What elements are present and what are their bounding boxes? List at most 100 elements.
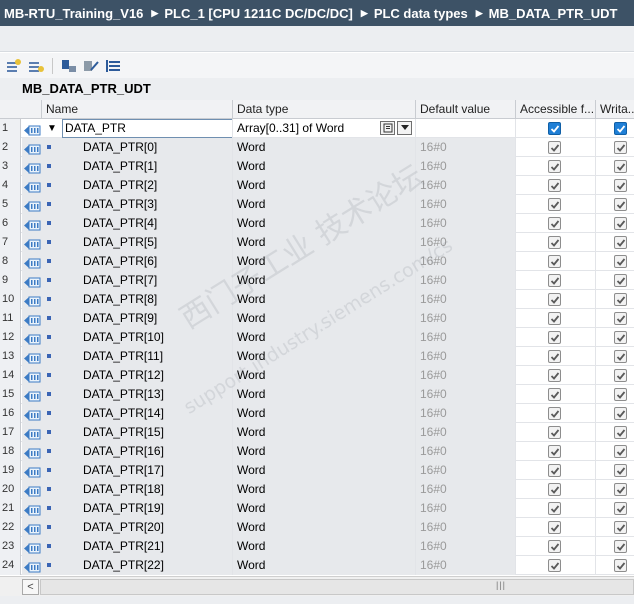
row-number[interactable]: 10 [0,290,21,309]
writable-checkbox[interactable] [614,521,627,534]
default-value-cell[interactable] [415,119,515,138]
accessible-checkbox[interactable] [548,483,561,496]
name-cell[interactable]: DATA_PTR[2] [22,176,232,195]
accessible-checkbox[interactable] [548,559,561,572]
writable-checkbox[interactable] [614,255,627,268]
name-cell[interactable]: DATA_PTR[16] [22,442,232,461]
accessible-checkbox[interactable] [548,255,561,268]
data-type-cell[interactable]: Word [232,157,415,176]
writable-checkbox[interactable] [614,445,627,458]
table-row[interactable]: 1 ▼ DATA_PTR Array[0..31] of Word [0,119,634,138]
table-row[interactable]: 3 DATA_PTR[1] Word 16#0 [0,157,634,176]
name-cell[interactable]: DATA_PTR[15] [22,423,232,442]
accessible-checkbox[interactable] [548,122,561,135]
accessible-checkbox[interactable] [548,540,561,553]
row-number[interactable]: 13 [0,347,21,366]
data-type-cell[interactable]: Word [232,537,415,556]
row-number[interactable]: 9 [0,271,21,290]
table-row[interactable]: 10 DATA_PTR[8] Word 16#0 [0,290,634,309]
default-value-cell[interactable]: 16#0 [415,480,515,499]
accessible-checkbox[interactable] [548,445,561,458]
name-cell[interactable]: DATA_PTR[5] [22,233,232,252]
horizontal-scrollbar[interactable]: < ||| [0,576,634,596]
writable-checkbox[interactable] [614,464,627,477]
row-number[interactable]: 19 [0,461,21,480]
name-cell[interactable]: DATA_PTR[6] [22,252,232,271]
type-browse-icon[interactable] [380,121,395,135]
row-number[interactable]: 2 [0,138,21,157]
writable-checkbox[interactable] [614,293,627,306]
row-number[interactable]: 22 [0,518,21,537]
name-cell[interactable]: DATA_PTR[21] [22,537,232,556]
name-cell[interactable]: DATA_PTR[17] [22,461,232,480]
accessible-checkbox[interactable] [548,388,561,401]
writable-checkbox[interactable] [614,350,627,363]
name-cell[interactable]: DATA_PTR[13] [22,385,232,404]
breadcrumb-item[interactable]: MB_DATA_PTR_UDT [489,6,618,21]
writable-checkbox[interactable] [614,236,627,249]
row-number[interactable]: 7 [0,233,21,252]
accessible-checkbox[interactable] [548,179,561,192]
accessible-checkbox[interactable] [548,407,561,420]
data-type-cell[interactable]: Word [232,442,415,461]
header-writable[interactable]: Writa... [595,100,634,119]
name-cell[interactable]: DATA_PTR[0] [22,138,232,157]
row-number[interactable]: 17 [0,423,21,442]
header-data-type[interactable]: Data type [232,100,415,119]
table-row[interactable]: 12 DATA_PTR[10] Word 16#0 [0,328,634,347]
data-type-cell[interactable]: Word [232,195,415,214]
accessible-checkbox[interactable] [548,521,561,534]
name-cell[interactable]: DATA_PTR[19] [22,499,232,518]
default-value-cell[interactable]: 16#0 [415,176,515,195]
data-type-cell[interactable]: Word [232,328,415,347]
writable-checkbox[interactable] [614,179,627,192]
default-value-cell[interactable]: 16#0 [415,309,515,328]
writable-checkbox[interactable] [614,217,627,230]
accessible-checkbox[interactable] [548,274,561,287]
table-row[interactable]: 21 DATA_PTR[19] Word 16#0 [0,499,634,518]
name-cell[interactable]: DATA_PTR[18] [22,480,232,499]
default-value-cell[interactable]: 16#0 [415,537,515,556]
table-row[interactable]: 18 DATA_PTR[16] Word 16#0 [0,442,634,461]
default-value-cell[interactable]: 16#0 [415,157,515,176]
writable-checkbox[interactable] [614,540,627,553]
writable-checkbox[interactable] [614,388,627,401]
table-row[interactable]: 4 DATA_PTR[2] Word 16#0 [0,176,634,195]
name-cell[interactable]: DATA_PTR[4] [22,214,232,233]
name-cell[interactable]: DATA_PTR[1] [22,157,232,176]
row-number[interactable]: 3 [0,157,21,176]
name-cell[interactable]: DATA_PTR[14] [22,404,232,423]
table-row[interactable]: 2 DATA_PTR[0] Word 16#0 [0,138,634,157]
data-type-cell[interactable]: Word [232,309,415,328]
default-value-cell[interactable]: 16#0 [415,214,515,233]
list-view-icon[interactable] [103,56,123,76]
add-row-icon[interactable] [26,56,46,76]
row-number[interactable]: 16 [0,404,21,423]
default-value-cell[interactable]: 16#0 [415,347,515,366]
default-value-cell[interactable]: 16#0 [415,423,515,442]
default-value-cell[interactable]: 16#0 [415,404,515,423]
default-value-cell[interactable]: 16#0 [415,271,515,290]
data-type-cell[interactable]: Word [232,423,415,442]
data-type-cell[interactable]: Word [232,290,415,309]
accessible-checkbox[interactable] [548,331,561,344]
default-value-cell[interactable]: 16#0 [415,252,515,271]
data-type-cell[interactable]: Word [232,480,415,499]
table-row[interactable]: 6 DATA_PTR[4] Word 16#0 [0,214,634,233]
row-number[interactable]: 15 [0,385,21,404]
default-value-cell[interactable]: 16#0 [415,366,515,385]
table-row[interactable]: 24 DATA_PTR[22] Word 16#0 [0,556,634,575]
writable-checkbox[interactable] [614,312,627,325]
default-value-cell[interactable]: 16#0 [415,385,515,404]
data-type-cell[interactable]: Word [232,499,415,518]
accessible-checkbox[interactable] [548,502,561,515]
table-row[interactable]: 11 DATA_PTR[9] Word 16#0 [0,309,634,328]
data-type-cell[interactable]: Word [232,347,415,366]
accessible-checkbox[interactable] [548,464,561,477]
default-value-cell[interactable]: 16#0 [415,518,515,537]
writable-checkbox[interactable] [614,331,627,344]
collapse-icon[interactable] [81,56,101,76]
data-type-cell[interactable]: Word [232,252,415,271]
writable-checkbox[interactable] [614,407,627,420]
expand-icon[interactable] [59,56,79,76]
